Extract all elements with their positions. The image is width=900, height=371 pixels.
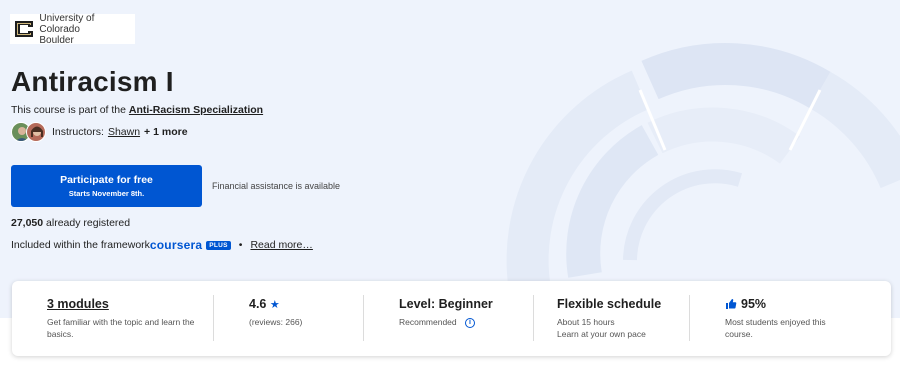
- university-logo[interactable]: University of Colorado Boulder: [10, 13, 135, 46]
- schedule-details: About 15 hours Learn at your own pace: [557, 316, 687, 340]
- divider: [213, 295, 214, 341]
- modules-info: 3 modules Get familiar with the topic an…: [47, 297, 197, 343]
- thumbs-up-icon: [725, 298, 737, 310]
- star-icon: ★: [269, 299, 280, 311]
- instructor-link[interactable]: Shawn: [108, 126, 140, 138]
- specialization-info: This course is part of the Anti-Racism S…: [11, 104, 263, 116]
- satisfaction-description: Most students enjoyed this course.: [725, 317, 826, 339]
- divider: [533, 295, 534, 341]
- instructors-label: Instructors:: [52, 126, 104, 138]
- satisfaction-percent: 95%: [741, 297, 767, 311]
- recommended-label: Recommended: [399, 317, 457, 327]
- course-info-card: 3 modules Get familiar with the topic an…: [12, 281, 891, 356]
- satisfaction-info: 95% Most students enjoyed this course.: [725, 297, 845, 343]
- instructors-row: Instructors: Shawn + 1 more: [11, 121, 188, 143]
- modules-title[interactable]: 3 modules: [47, 297, 197, 311]
- more-instructors[interactable]: + 1 more: [144, 126, 187, 138]
- university-name-line1: University of Colorado: [39, 12, 95, 35]
- schedule-hours: About 15 hours: [557, 317, 615, 327]
- modules-description: Get familiar with the topic and learn th…: [47, 317, 195, 339]
- course-title: Antiracism I: [11, 66, 174, 97]
- instructor-avatar-2[interactable]: [26, 122, 46, 142]
- level-info: Level: Beginner Recommended i: [399, 297, 529, 343]
- level-recommended: Recommended i: [399, 316, 529, 328]
- bullet-separator: •: [238, 239, 243, 251]
- rating-info: 4.6 ★ (reviews: 266): [249, 297, 359, 343]
- coursera-brand: coursera: [149, 238, 203, 252]
- university-name: University of Colorado Boulder: [39, 13, 135, 46]
- info-icon[interactable]: i: [465, 317, 476, 328]
- read-more-link[interactable]: Read more…: [250, 239, 312, 251]
- rating-number: 4.6: [249, 297, 267, 311]
- registered-suffix: already registered: [46, 217, 131, 229]
- financial-aid-text: Financial assistance is available: [212, 181, 341, 191]
- level-title: Level: Beginner: [399, 297, 493, 311]
- part-of-prefix: This course is part of the: [11, 104, 126, 116]
- schedule-title: Flexible schedule: [557, 297, 662, 311]
- participate-button-label: Participate for free: [60, 174, 153, 186]
- cu-logo-icon: [12, 17, 35, 41]
- included-prefix: Included within the framework: [11, 239, 150, 251]
- start-date: Starts November 8th.: [68, 189, 145, 198]
- included-row: Included within the framework coursera P…: [11, 238, 313, 252]
- participate-button[interactable]: Participate for free Starts November 8th…: [11, 165, 202, 207]
- specialization-link[interactable]: Anti-Racism Specialization: [129, 104, 263, 116]
- registered-number: 27,050: [11, 217, 44, 229]
- divider: [363, 295, 364, 341]
- registered-count: 27,050 already registered: [11, 217, 130, 229]
- schedule-pace: Learn at your own pace: [557, 329, 646, 339]
- schedule-info: Flexible schedule About 15 hours Learn a…: [557, 297, 687, 343]
- divider: [689, 295, 690, 341]
- university-name-line2: Boulder: [39, 34, 74, 46]
- review-count: (reviews: 266): [249, 317, 303, 327]
- plus-badge: PLUS: [206, 240, 231, 250]
- rating-value: 4.6 ★: [249, 297, 359, 311]
- satisfaction-value: 95%: [725, 297, 845, 311]
